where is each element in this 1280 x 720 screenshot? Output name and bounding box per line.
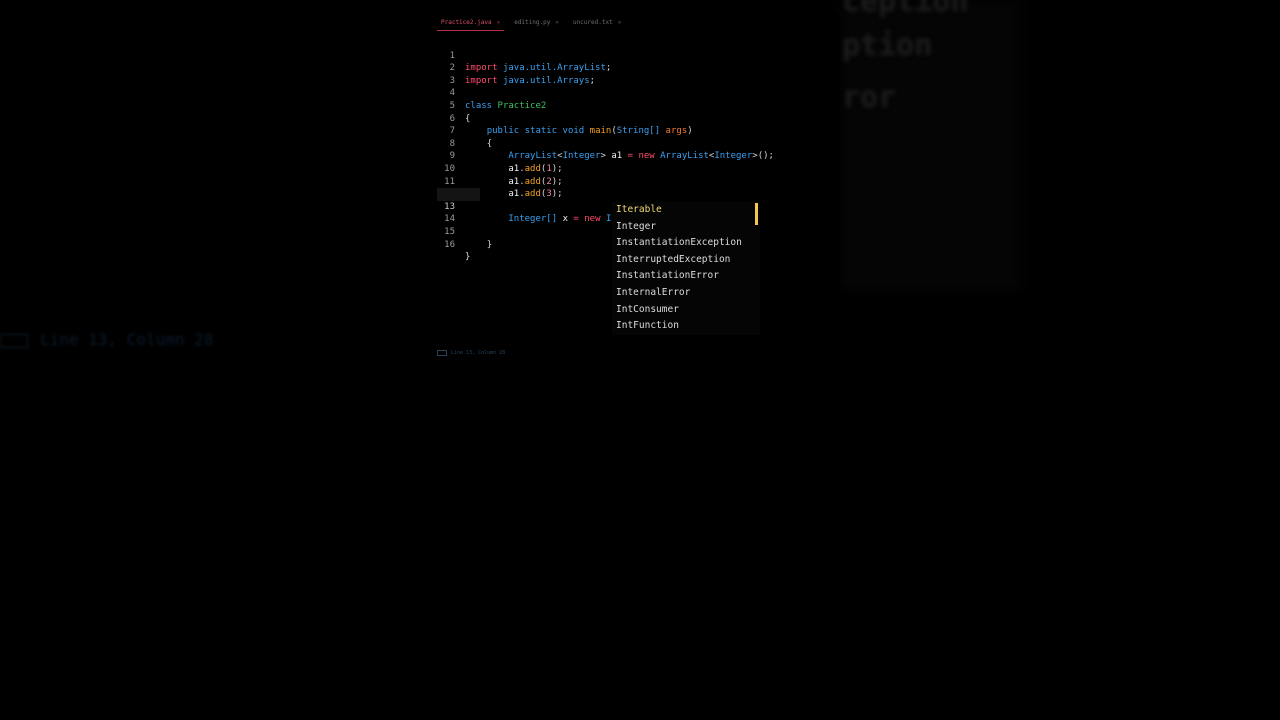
blurred-echo-text-2: ption — [842, 28, 933, 63]
autocomplete-item[interactable]: Integer — [612, 219, 760, 236]
code-line: 12 — [437, 176, 480, 199]
autocomplete-item[interactable]: InstantiationError — [612, 268, 760, 285]
autocomplete-item-selected[interactable]: Iterable — [612, 202, 760, 219]
autocomplete-item[interactable]: IntFunction — [612, 318, 760, 335]
blurred-echo-text-1: ception — [842, 0, 969, 19]
panel-toggle-icon[interactable] — [437, 350, 447, 356]
typed-prefix: I — [605, 214, 612, 225]
close-icon[interactable]: ✕ — [497, 19, 501, 26]
tab-label: uncured.txt — [572, 18, 613, 26]
code-area[interactable]: 1 import java.util.ArrayList; 2 import j… — [437, 37, 774, 263]
code-line: 11 a1.add(3); — [437, 163, 562, 200]
autocomplete-item[interactable]: InterruptedException — [612, 252, 760, 269]
code-line: 14 — [437, 201, 480, 224]
status-bar: Line 13, Column 28 — [437, 350, 505, 356]
code-line: 6 public static void main(String[] args) — [437, 100, 693, 137]
code-line: 4 class Practice2 — [437, 75, 547, 111]
code-line: 7 { — [437, 113, 493, 149]
code-line: 3 — [437, 62, 480, 86]
tab-label: editing.py — [514, 18, 551, 26]
code-line-current: 13 Integer[] x = new I — [437, 188, 611, 224]
code-line: 1 import java.util.ArrayList; — [437, 37, 612, 74]
tab-bar: Practice2.java ✕ editing.py ✕ uncured.tx… — [437, 14, 840, 31]
tab-editing-py[interactable]: editing.py ✕ — [510, 14, 563, 30]
blurred-echo-text-3: ror — [842, 80, 897, 115]
autocomplete-item[interactable]: IntConsumer — [612, 302, 760, 319]
code-line: 16 } — [437, 226, 480, 263]
tab-practice2-java[interactable]: Practice2.java ✕ — [437, 14, 505, 31]
line-number: 16 — [444, 239, 455, 250]
blurred-status-echo: Line 13, Column 28 — [0, 330, 213, 349]
code-line: 15 } — [437, 213, 492, 250]
code-line: 5 { — [437, 87, 480, 124]
close-icon[interactable]: ✕ — [618, 19, 622, 26]
close-icon[interactable]: ✕ — [555, 19, 559, 26]
autocomplete-item[interactable]: InstantiationException — [612, 235, 760, 252]
screen: ception ption ror Line 13, Column 28 Pra… — [0, 0, 1280, 720]
autocomplete-scrollbar[interactable] — [755, 203, 758, 225]
code-line: 2 import java.util.Arrays; — [437, 50, 595, 86]
autocomplete-item[interactable]: InternalError — [612, 285, 760, 302]
code-line: 10 a1.add(2); — [437, 150, 562, 187]
autocomplete-popup: Iterable Integer InstantiationException … — [612, 202, 760, 335]
cursor-position: Line 13, Column 28 — [451, 350, 506, 356]
tab-label: Practice2.java — [441, 18, 492, 26]
code-line: 8 ArrayList<Integer> a1 = new ArrayList<… — [437, 125, 774, 162]
code-line: 9 a1.add(1); — [437, 138, 563, 174]
tab-uncured-txt[interactable]: uncured.txt ✕ — [569, 14, 625, 30]
